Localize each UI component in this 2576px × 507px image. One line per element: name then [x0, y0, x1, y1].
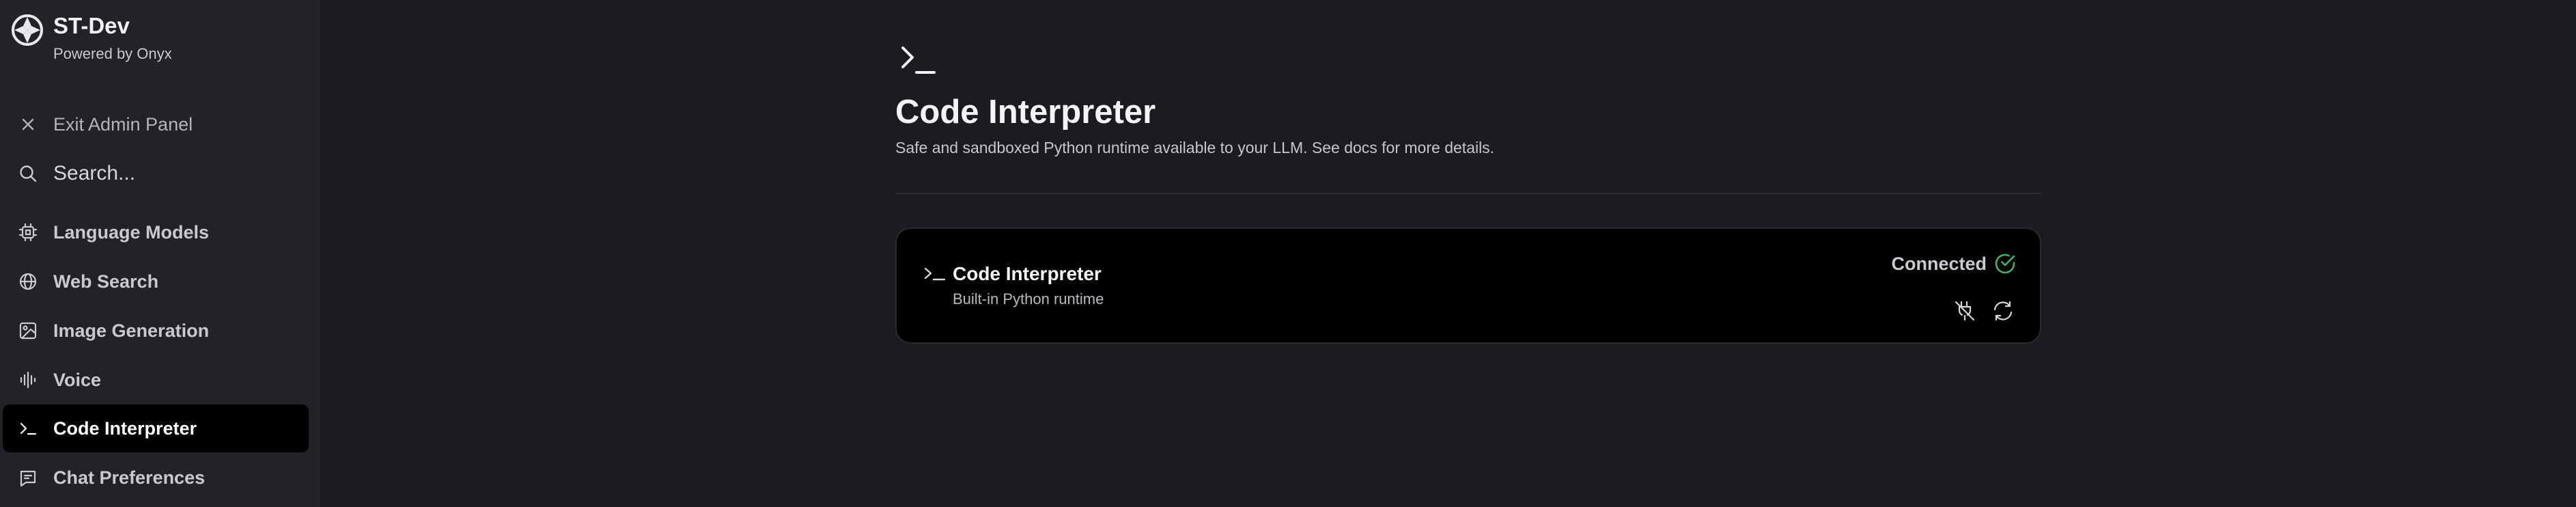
page-title: Code Interpreter — [895, 94, 1156, 131]
card-title: Code Interpreter — [953, 263, 1102, 284]
sidebar-item-image-generation[interactable]: Image Generation — [3, 307, 309, 355]
brand-subtitle: Powered by Onyx — [53, 45, 172, 62]
disconnect-button[interactable] — [1951, 297, 1978, 325]
cpu-icon — [18, 222, 38, 243]
terminal-icon — [901, 46, 936, 74]
sidebar-item-code-interpreter[interactable]: Code Interpreter — [3, 405, 309, 452]
sidebar-item-label: Language Models — [53, 221, 210, 243]
refresh-icon — [1993, 301, 2013, 321]
sidebar-item-label: Web Search — [53, 271, 159, 292]
exit-admin-panel-label: Exit Admin Panel — [53, 113, 193, 135]
brand[interactable]: ST-Dev Powered by Onyx — [11, 12, 172, 63]
globe-icon — [18, 271, 38, 292]
search-placeholder: Search... — [53, 162, 136, 184]
page-description: Safe and sandboxed Python runtime availa… — [895, 139, 1495, 156]
sidebar: ST-Dev Powered by Onyx Exit Admin Panel … — [0, 0, 320, 507]
sidebar-item-language-models[interactable]: Language Models — [3, 208, 309, 256]
sidebar-item-label: Image Generation — [53, 320, 210, 341]
sidebar-search[interactable]: Search... — [3, 150, 309, 197]
card-subtitle: Built-in Python runtime — [953, 290, 1104, 307]
onyx-logo-icon — [12, 14, 43, 46]
check-circle-icon — [1995, 254, 2015, 274]
chat-icon — [18, 467, 38, 488]
divider — [895, 193, 2041, 194]
connection-status: Connected — [1891, 252, 2017, 275]
brand-name: ST-Dev — [53, 13, 130, 38]
sidebar-item-web-search[interactable]: Web Search — [3, 258, 309, 305]
search-icon — [18, 163, 38, 184]
sidebar-item-label: Chat Preferences — [53, 467, 206, 488]
sidebar-item-voice[interactable]: Voice — [3, 356, 309, 404]
code-interpreter-card: Code Interpreter Built-in Python runtime… — [895, 228, 2041, 344]
exit-admin-panel-button[interactable]: Exit Admin Panel — [3, 100, 309, 148]
status-label: Connected — [1891, 253, 1987, 274]
sidebar-item-label: Voice — [53, 369, 102, 390]
plug-off-icon — [1955, 301, 1975, 321]
image-icon — [18, 320, 38, 341]
close-icon — [18, 114, 38, 135]
sidebar-item-chat-preferences[interactable]: Chat Preferences — [3, 454, 309, 502]
terminal-icon — [18, 418, 38, 439]
audio-wave-icon — [18, 370, 38, 390]
terminal-icon — [924, 267, 946, 281]
sidebar-item-label: Code Interpreter — [53, 417, 197, 439]
refresh-button[interactable] — [1989, 297, 2017, 325]
